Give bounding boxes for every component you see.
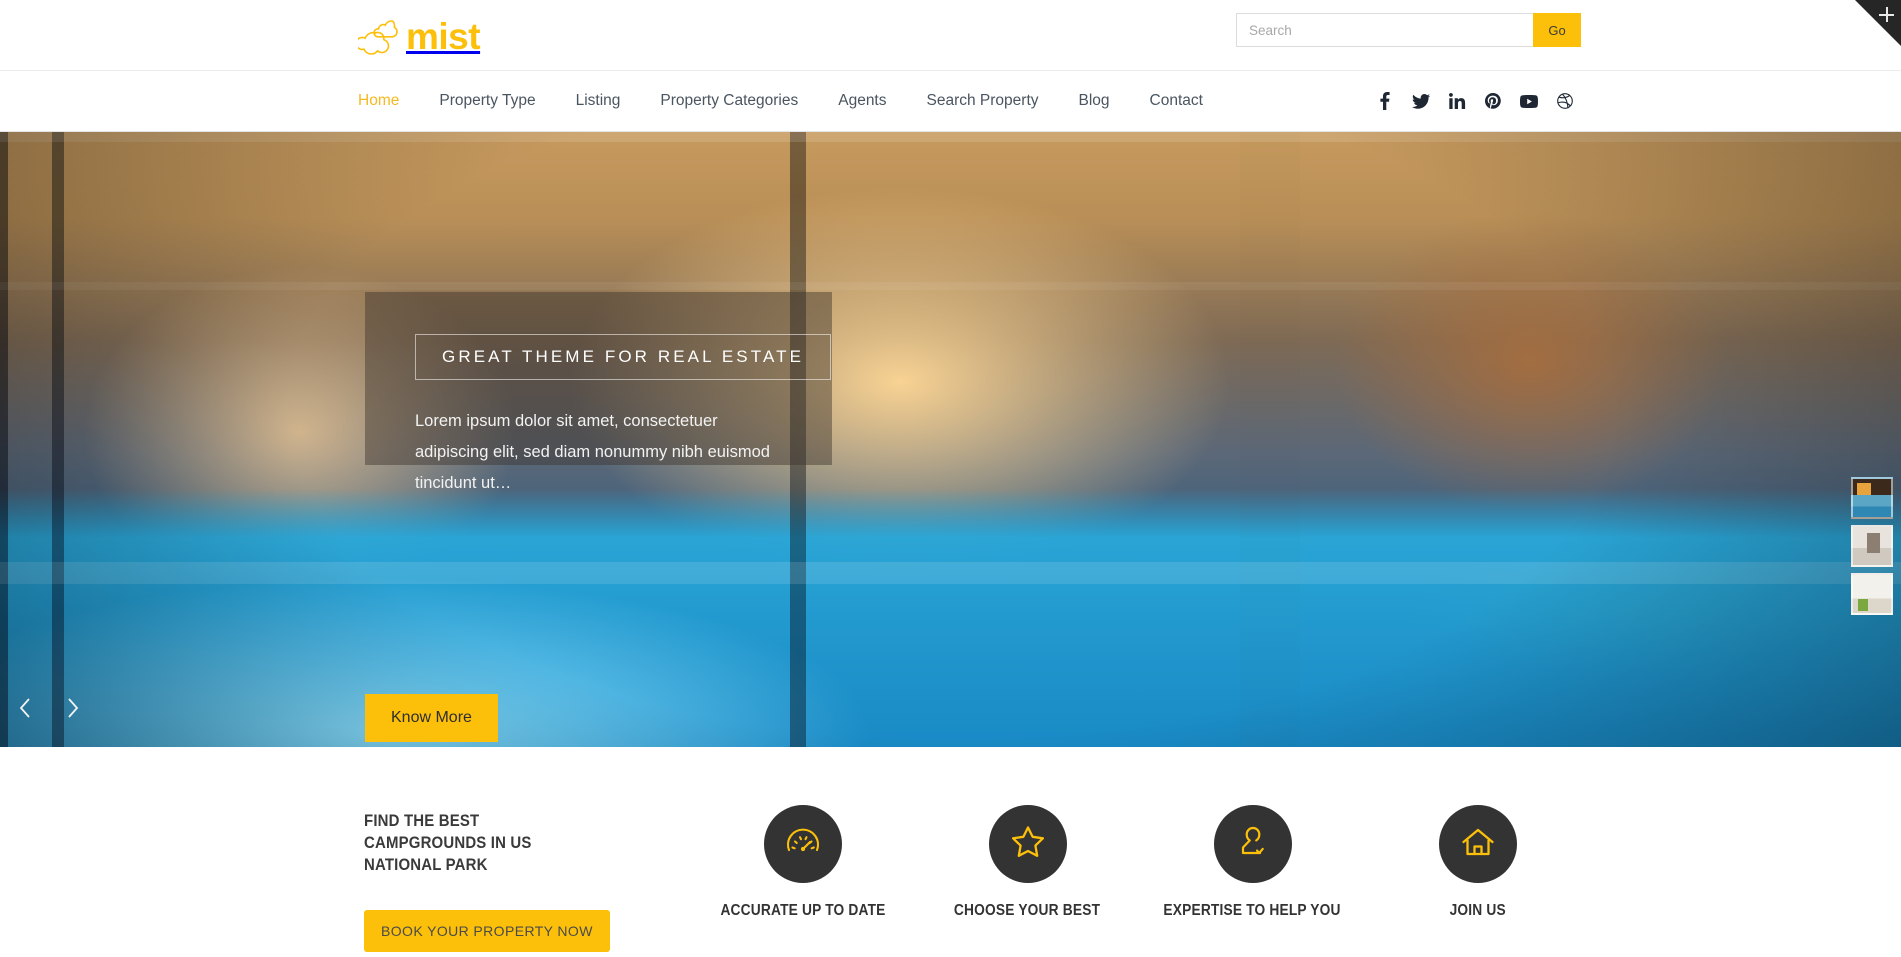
nav-links: Home Property Type Listing Property Cate… [358,92,1223,110]
search-form: Go [1236,13,1581,47]
nav-item-contact[interactable]: Contact [1130,92,1223,110]
feature-label: CHOOSE YOUR BEST [954,902,1101,919]
nav-item-blog[interactable]: Blog [1059,92,1130,110]
nav-item-listing[interactable]: Listing [556,92,641,110]
chevron-left-icon[interactable] [8,691,42,725]
promo-title: FIND THE BEST CAMPGROUNDS IN US NATIONAL… [364,811,532,874]
search-go-button[interactable]: Go [1533,13,1581,47]
feature-choose-your-best[interactable]: CHOOSE YOUR BEST [915,805,1140,920]
speedometer-icon [783,822,823,867]
hero-description: Lorem ipsum dolor sit amet, consectetuer… [415,412,770,492]
thumbnail-kids-room[interactable] [1851,573,1893,615]
social-links [1367,89,1583,113]
star-icon [1008,822,1048,867]
features-section: FIND THE BEST CAMPGROUNDS IN US NATIONAL… [0,747,1901,957]
twitter-icon[interactable] [1403,89,1439,113]
hero-vignette [0,132,1901,747]
slider-controls [0,691,90,725]
hero-title: GREAT THEME FOR REAL ESTATE [415,334,832,380]
feature-list: ACCURATE UP TO DATE CHOOSE YOUR BEST EXP… [690,805,1590,920]
feature-expertise-to-help-you[interactable]: EXPERTISE TO HELP YOU [1140,805,1365,920]
search-input[interactable] [1236,13,1533,47]
logo-text: mist [406,15,481,57]
linkedin-icon[interactable] [1439,89,1475,113]
know-more-button[interactable]: Know More [365,694,498,742]
feature-label: ACCURATE UP TO DATE [719,902,886,919]
top-bar: mist Go [0,0,1901,70]
nav-item-agents[interactable]: Agents [818,92,906,110]
promo-block: FIND THE BEST CAMPGROUNDS IN US NATIONAL… [364,810,614,952]
feature-accurate-up-to-date[interactable]: ACCURATE UP TO DATE [690,805,915,920]
plus-icon[interactable] [1879,7,1894,22]
slider-thumbnails [1851,477,1893,615]
feature-label: EXPERTISE TO HELP YOU [1163,902,1342,919]
corner-ribbon [1855,0,1901,46]
nav-item-property-categories[interactable]: Property Categories [640,92,818,110]
home-icon [1458,822,1498,867]
site-logo[interactable]: mist [355,12,481,60]
thumbnail-pool-villa[interactable] [1851,477,1893,519]
nav-item-home[interactable]: Home [358,92,419,110]
feature-icon-circle [1438,805,1517,883]
user-check-icon [1233,822,1273,867]
youtube-icon[interactable] [1511,89,1547,113]
pinterest-icon[interactable] [1475,89,1511,113]
facebook-icon[interactable] [1367,89,1403,113]
feature-label: JOIN US [1449,902,1506,919]
cloud-icon [355,16,410,56]
feature-join-us[interactable]: JOIN US [1365,805,1590,920]
hero-slider: GREAT THEME FOR REAL ESTATE Lorem ipsum … [0,132,1901,747]
main-navigation: Home Property Type Listing Property Cate… [0,70,1901,132]
feature-icon-circle [763,805,842,883]
nav-item-search-property[interactable]: Search Property [907,92,1059,110]
feature-icon-circle [1213,805,1292,883]
feature-icon-circle [988,805,1067,883]
chevron-right-icon[interactable] [56,691,90,725]
thumbnail-bathroom[interactable] [1851,525,1893,567]
dribbble-icon[interactable] [1547,89,1583,113]
book-property-button[interactable]: BOOK YOUR PROPERTY NOW [364,910,610,952]
hero-caption: GREAT THEME FOR REAL ESTATE Lorem ipsum … [365,292,832,499]
nav-item-property-type[interactable]: Property Type [419,92,555,110]
